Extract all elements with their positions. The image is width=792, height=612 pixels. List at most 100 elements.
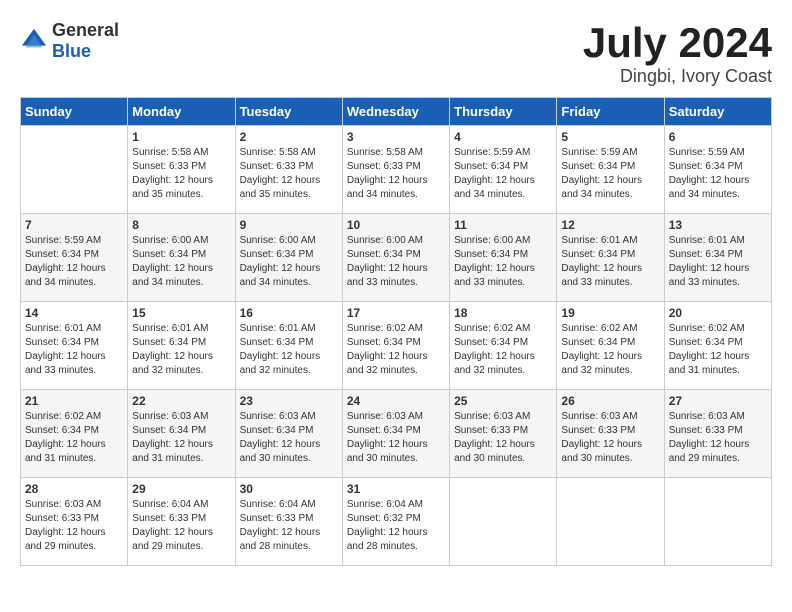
day-number: 10 xyxy=(347,218,445,232)
weekday-header: Friday xyxy=(557,98,664,126)
day-info: Sunrise: 6:00 AM Sunset: 6:34 PM Dayligh… xyxy=(347,234,445,290)
month-title: July 2024 xyxy=(583,20,772,66)
calendar-day-cell: 25Sunrise: 6:03 AM Sunset: 6:33 PM Dayli… xyxy=(450,390,557,478)
calendar-day-cell: 4 Sunrise: 5:59 AM Sunset: 6:34 PM Daylig… xyxy=(450,126,557,214)
day-number: 23 xyxy=(240,394,338,408)
day-info: Sunrise: 6:03 AM Sunset: 6:33 PM Dayligh… xyxy=(669,410,767,466)
day-info: Sunrise: 6:04 AM Sunset: 6:33 PM Dayligh… xyxy=(240,498,338,554)
calendar-body: 1 Sunrise: 5:58 AM Sunset: 6:33 PM Daylig… xyxy=(21,126,772,566)
day-info: Sunrise: 6:01 AM Sunset: 6:34 PM Dayligh… xyxy=(561,234,659,290)
day-number: 11 xyxy=(454,218,552,232)
weekday-header: Thursday xyxy=(450,98,557,126)
calendar-day-cell: 30 Sunrise: 6:04 AM Sunset: 6:33 PM Dayli… xyxy=(235,478,342,566)
title-area: July 2024 Dingbi, Ivory Coast xyxy=(583,20,772,87)
day-info: Sunrise: 6:00 AM Sunset: 6:34 PM Dayligh… xyxy=(132,234,230,290)
day-info: Sunrise: 6:03 AM Sunset: 6:34 PM Dayligh… xyxy=(347,410,445,466)
calendar-day-cell: 24 Sunrise: 6:03 AM Sunset: 6:34 PM Dayli… xyxy=(342,390,449,478)
calendar-week-row: 28 Sunrise: 6:03 AM Sunset: 6:33 PM Dayli… xyxy=(21,478,772,566)
calendar-day-cell xyxy=(557,478,664,566)
calendar-header: SundayMondayTuesdayWednesdayThursdayFrid… xyxy=(21,98,772,126)
day-number: 31 xyxy=(347,482,445,496)
calendar-day-cell xyxy=(664,478,771,566)
day-info: Sunrise: 6:01 AM Sunset: 6:34 PM Dayligh… xyxy=(25,322,123,378)
day-info: Sunrise: 6:01 AM Sunset: 6:34 PM Dayligh… xyxy=(240,322,338,378)
day-number: 22 xyxy=(132,394,230,408)
day-number: 2 xyxy=(240,130,338,144)
day-number: 15 xyxy=(132,306,230,320)
day-info: Sunrise: 5:59 AM Sunset: 6:34 PM Dayligh… xyxy=(561,146,659,202)
day-info: Sunrise: 6:03 AM Sunset: 6:33 PM Dayligh… xyxy=(561,410,659,466)
calendar-day-cell: 1 Sunrise: 5:58 AM Sunset: 6:33 PM Daylig… xyxy=(128,126,235,214)
calendar-day-cell: 28 Sunrise: 6:03 AM Sunset: 6:33 PM Dayli… xyxy=(21,478,128,566)
day-number: 24 xyxy=(347,394,445,408)
day-number: 9 xyxy=(240,218,338,232)
calendar-day-cell: 7 Sunrise: 5:59 AM Sunset: 6:34 PM Daylig… xyxy=(21,214,128,302)
day-info: Sunrise: 6:02 AM Sunset: 6:34 PM Dayligh… xyxy=(669,322,767,378)
calendar-day-cell: 20 Sunrise: 6:02 AM Sunset: 6:34 PM Dayli… xyxy=(664,302,771,390)
day-number: 21 xyxy=(25,394,123,408)
day-number: 13 xyxy=(669,218,767,232)
day-number: 19 xyxy=(561,306,659,320)
calendar-day-cell: 8 Sunrise: 6:00 AM Sunset: 6:34 PM Daylig… xyxy=(128,214,235,302)
calendar-day-cell: 29 Sunrise: 6:04 AM Sunset: 6:33 PM Dayli… xyxy=(128,478,235,566)
day-number: 1 xyxy=(132,130,230,144)
day-info: Sunrise: 6:03 AM Sunset: 6:34 PM Dayligh… xyxy=(240,410,338,466)
weekday-header: Saturday xyxy=(664,98,771,126)
weekday-row: SundayMondayTuesdayWednesdayThursdayFrid… xyxy=(21,98,772,126)
calendar-day-cell xyxy=(21,126,128,214)
calendar-day-cell: 13Sunrise: 6:01 AM Sunset: 6:34 PM Dayli… xyxy=(664,214,771,302)
weekday-header: Tuesday xyxy=(235,98,342,126)
day-number: 16 xyxy=(240,306,338,320)
location-title: Dingbi, Ivory Coast xyxy=(583,66,772,87)
day-info: Sunrise: 5:58 AM Sunset: 6:33 PM Dayligh… xyxy=(132,146,230,202)
day-info: Sunrise: 5:59 AM Sunset: 6:34 PM Dayligh… xyxy=(454,146,552,202)
calendar-day-cell xyxy=(450,478,557,566)
day-number: 30 xyxy=(240,482,338,496)
calendar-week-row: 21Sunrise: 6:02 AM Sunset: 6:34 PM Dayli… xyxy=(21,390,772,478)
calendar-day-cell: 26 Sunrise: 6:03 AM Sunset: 6:33 PM Dayli… xyxy=(557,390,664,478)
day-info: Sunrise: 5:59 AM Sunset: 6:34 PM Dayligh… xyxy=(25,234,123,290)
calendar-day-cell: 22 Sunrise: 6:03 AM Sunset: 6:34 PM Dayli… xyxy=(128,390,235,478)
calendar-day-cell: 12 Sunrise: 6:01 AM Sunset: 6:34 PM Dayli… xyxy=(557,214,664,302)
calendar-day-cell: 23 Sunrise: 6:03 AM Sunset: 6:34 PM Dayli… xyxy=(235,390,342,478)
calendar-day-cell: 17Sunrise: 6:02 AM Sunset: 6:34 PM Dayli… xyxy=(342,302,449,390)
calendar-day-cell: 6Sunrise: 5:59 AM Sunset: 6:34 PM Daylig… xyxy=(664,126,771,214)
day-info: Sunrise: 5:58 AM Sunset: 6:33 PM Dayligh… xyxy=(240,146,338,202)
day-info: Sunrise: 6:04 AM Sunset: 6:33 PM Dayligh… xyxy=(132,498,230,554)
day-number: 14 xyxy=(25,306,123,320)
calendar-day-cell: 19Sunrise: 6:02 AM Sunset: 6:34 PM Dayli… xyxy=(557,302,664,390)
calendar-day-cell: 16 Sunrise: 6:01 AM Sunset: 6:34 PM Dayli… xyxy=(235,302,342,390)
calendar-table: SundayMondayTuesdayWednesdayThursdayFrid… xyxy=(20,97,772,566)
day-number: 27 xyxy=(669,394,767,408)
day-info: Sunrise: 6:02 AM Sunset: 6:34 PM Dayligh… xyxy=(454,322,552,378)
day-number: 29 xyxy=(132,482,230,496)
day-info: Sunrise: 6:03 AM Sunset: 6:33 PM Dayligh… xyxy=(454,410,552,466)
day-number: 4 xyxy=(454,130,552,144)
day-info: Sunrise: 6:03 AM Sunset: 6:34 PM Dayligh… xyxy=(132,410,230,466)
day-number: 28 xyxy=(25,482,123,496)
day-number: 5 xyxy=(561,130,659,144)
calendar-week-row: 14 Sunrise: 6:01 AM Sunset: 6:34 PM Dayli… xyxy=(21,302,772,390)
day-number: 18 xyxy=(454,306,552,320)
day-info: Sunrise: 6:01 AM Sunset: 6:34 PM Dayligh… xyxy=(132,322,230,378)
logo-general: General xyxy=(52,20,119,40)
logo: General Blue xyxy=(20,20,119,62)
weekday-header: Wednesday xyxy=(342,98,449,126)
day-info: Sunrise: 6:04 AM Sunset: 6:32 PM Dayligh… xyxy=(347,498,445,554)
logo-icon xyxy=(20,27,48,55)
day-number: 26 xyxy=(561,394,659,408)
day-info: Sunrise: 6:03 AM Sunset: 6:33 PM Dayligh… xyxy=(25,498,123,554)
page-header: General Blue July 2024 Dingbi, Ivory Coa… xyxy=(20,20,772,87)
calendar-day-cell: 11 Sunrise: 6:00 AM Sunset: 6:34 PM Dayli… xyxy=(450,214,557,302)
calendar-day-cell: 2 Sunrise: 5:58 AM Sunset: 6:33 PM Daylig… xyxy=(235,126,342,214)
calendar-day-cell: 15 Sunrise: 6:01 AM Sunset: 6:34 PM Dayli… xyxy=(128,302,235,390)
weekday-header: Monday xyxy=(128,98,235,126)
day-number: 12 xyxy=(561,218,659,232)
day-number: 8 xyxy=(132,218,230,232)
calendar-day-cell: 14 Sunrise: 6:01 AM Sunset: 6:34 PM Dayli… xyxy=(21,302,128,390)
day-info: Sunrise: 6:00 AM Sunset: 6:34 PM Dayligh… xyxy=(240,234,338,290)
calendar-day-cell: 21Sunrise: 6:02 AM Sunset: 6:34 PM Dayli… xyxy=(21,390,128,478)
day-info: Sunrise: 6:00 AM Sunset: 6:34 PM Dayligh… xyxy=(454,234,552,290)
day-number: 7 xyxy=(25,218,123,232)
day-number: 20 xyxy=(669,306,767,320)
